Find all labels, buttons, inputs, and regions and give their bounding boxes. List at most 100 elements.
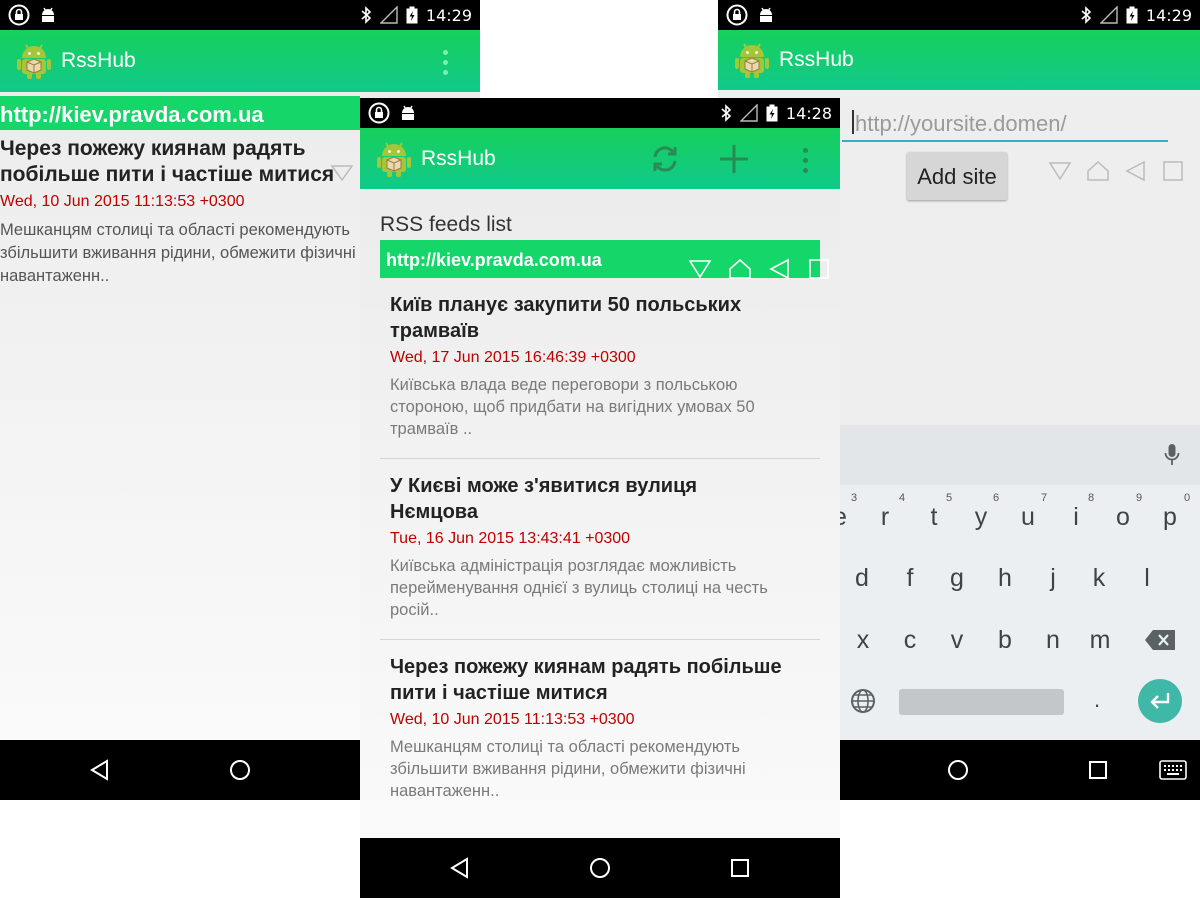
article-list: Київ планує закупити 50 польських трамва… [380,286,820,820]
article-date: Wed, 10 Jun 2015 11:13:53 +0300 [0,193,245,210]
key-n[interactable]: n [1038,626,1068,655]
key-m[interactable]: m [1085,626,1115,655]
enter-icon [1150,693,1170,709]
recents-nav-icon[interactable] [1088,760,1108,780]
key-r[interactable]: r [870,503,900,532]
ghost-nav-overlay [688,258,830,280]
article-detail[interactable]: Через пожежу киянам радять побільше пити… [0,136,360,288]
article-description: Мешканцям столиці та області рекомендуют… [0,221,356,285]
ghost-home-icon [729,258,751,279]
ghost-triangle-icon [330,165,354,182]
key-p[interactable]: p [1155,503,1185,532]
home-nav-icon[interactable] [229,759,251,781]
status-clock: 14:28 [785,103,832,123]
recents-nav-icon[interactable] [730,858,750,878]
add-site-button[interactable]: Add site [907,152,1007,200]
article-list-item[interactable]: У Києві може з'явитися вулиця Нємцова Tu… [380,459,820,640]
key-x[interactable]: x [848,626,878,655]
home-nav-icon[interactable] [947,759,969,781]
app-bar: RssHub [0,30,480,92]
article-list-item[interactable]: Через пожежу киянам радять побільше пити… [380,640,820,820]
bluetooth-icon [721,104,732,122]
app-title: RssHub [779,48,854,71]
key-f[interactable]: f [895,564,925,593]
status-clock: 14:29 [1145,5,1192,25]
key-u[interactable]: u [1013,503,1043,532]
app-logo-icon [735,43,769,78]
key-i[interactable]: i [1061,503,1091,532]
lock-notification-icon [726,4,748,26]
refresh-icon[interactable] [650,144,680,174]
url-input[interactable]: http://yoursite.domen/ [842,104,1168,142]
battery-charging-icon [406,6,418,24]
key-period[interactable]: . [1094,687,1100,713]
key-o[interactable]: o [1108,503,1138,532]
key-b[interactable]: b [990,626,1020,655]
lock-notification-icon [368,102,390,124]
enter-button[interactable] [1138,679,1182,723]
home-nav-icon[interactable] [589,857,611,879]
key-j[interactable]: j [1038,564,1068,593]
ghost-back-icon [769,258,789,280]
battery-charging-icon [1126,6,1138,24]
status-clock: 14:29 [425,5,472,25]
lock-notification-icon [8,4,30,26]
key-y[interactable]: y [966,503,996,532]
article-date: Wed, 17 Jun 2015 16:46:39 +0300 [390,349,636,366]
bluetooth-icon [1081,6,1092,24]
article-title: Через пожежу киянам радять побільше пити… [390,656,782,704]
android-debug-icon [42,7,54,22]
key-l[interactable]: l [1132,564,1162,593]
article-title: Київ планує закупити 50 польських трамва… [390,294,742,342]
android-debug-icon [760,7,772,22]
status-bar: 14:29 [718,0,1200,30]
key-h[interactable]: h [990,564,1020,593]
article-date: Tue, 16 Jun 2015 13:43:41 +0300 [390,530,631,547]
status-bar: 14:29 [0,0,480,30]
spacebar[interactable] [899,689,1064,715]
article-list-item[interactable]: Київ планує закупити 50 польських трамва… [380,286,820,459]
ghost-square-icon [1163,161,1183,181]
url-input-placeholder: http://yoursite.domen/ [855,111,1067,136]
article-description: Київська влада веде переговори з польськ… [390,376,755,438]
ghost-triangle-icon [1048,162,1072,181]
back-nav-icon[interactable] [449,857,471,879]
key-t[interactable]: t [919,503,949,532]
url-input-cursor [852,110,854,134]
status-bar: 14:28 [360,98,840,128]
ghost-triangle-icon [688,260,712,279]
keyboard-switch-icon[interactable] [1159,760,1187,780]
bluetooth-icon [361,6,372,24]
feed-url-header: http://kiev.pravda.com.ua [0,96,360,130]
phone-screen-feeds-list: 14:28 RssHub RSS feeds list http://kiev.… [360,98,840,898]
add-icon[interactable] [718,143,750,175]
app-bar: RssHub [360,128,840,189]
feeds-list-label: RSS feeds list [380,213,512,236]
article-date: Wed, 10 Jun 2015 11:13:53 +0300 [390,711,635,728]
ghost-square-icon [809,259,829,279]
key-g[interactable]: g [942,564,972,593]
ghost-back-icon [1125,160,1145,182]
microphone-icon[interactable] [1164,443,1180,467]
key-d[interactable]: d [847,564,877,593]
article-description: Мешканцям столиці та області рекомендуют… [390,738,746,800]
key-c[interactable]: c [895,626,925,655]
back-nav-icon[interactable] [89,759,111,781]
signal-icon [739,104,758,122]
signal-icon [1099,6,1118,24]
app-title: RssHub [421,147,496,170]
overflow-menu-icon[interactable] [800,148,810,173]
key-k[interactable]: k [1084,564,1114,593]
app-logo-icon [17,44,51,79]
globe-icon[interactable] [850,688,876,714]
article-title: Через пожежу киянам радять побільше пити… [0,137,335,186]
overflow-menu-icon[interactable] [440,50,450,75]
backspace-icon[interactable] [1144,629,1176,651]
ghost-home-icon [1087,160,1109,181]
key-v[interactable]: v [942,626,972,655]
app-logo-icon [377,142,411,177]
app-title: RssHub [61,49,136,72]
battery-charging-icon [766,104,778,122]
android-debug-icon [402,105,414,120]
app-bar: RssHub [718,30,1200,90]
